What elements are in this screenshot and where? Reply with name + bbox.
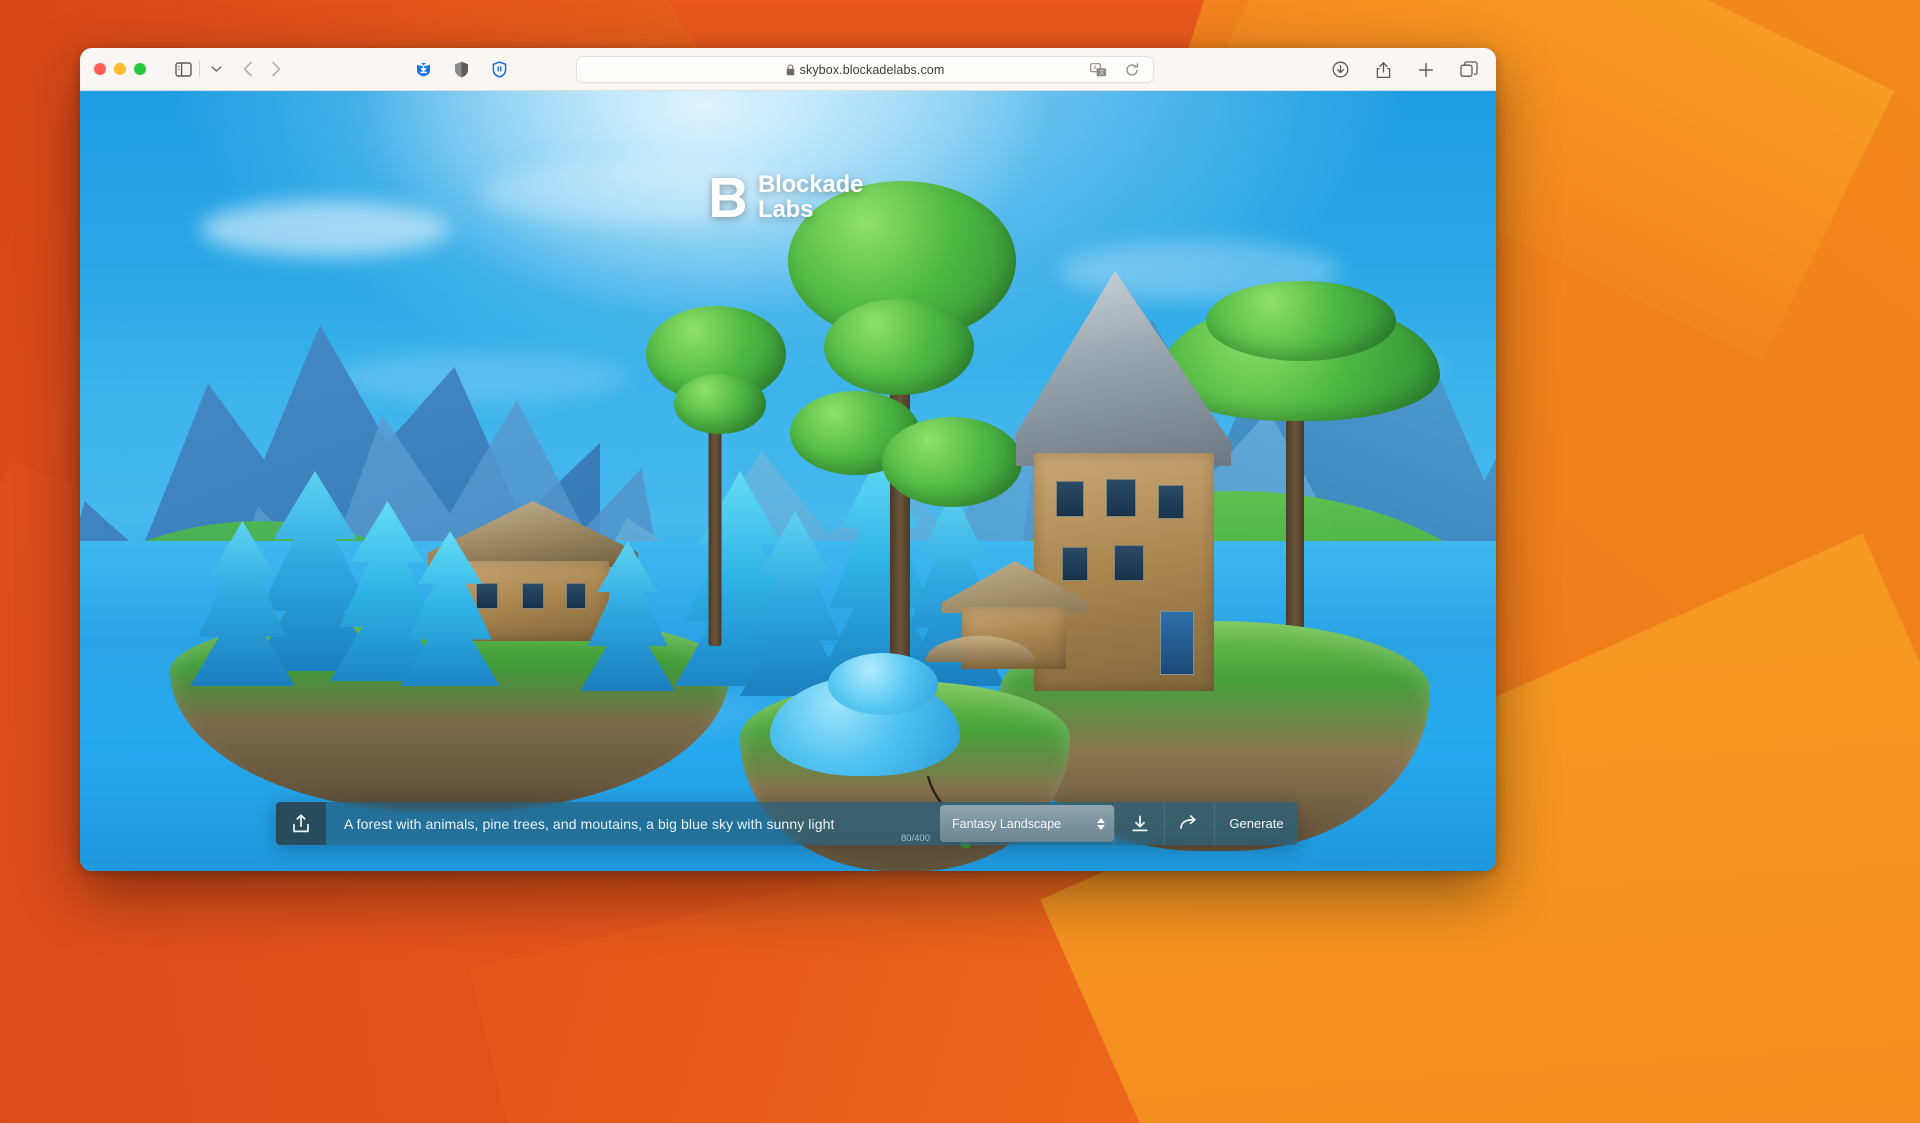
blockade-b-mark	[712, 178, 745, 218]
tower-roof	[1016, 271, 1231, 466]
upload-icon	[293, 814, 309, 833]
blockade-labs-logo: Blockade Labs	[712, 171, 864, 223]
svg-text:A: A	[1093, 65, 1097, 71]
tree-canopy	[824, 299, 974, 395]
cloud	[330, 351, 630, 403]
address-bar[interactable]: skybox.blockadelabs.com A 文	[576, 56, 1154, 83]
window-traffic-lights[interactable]	[94, 63, 146, 75]
style-select-value: Fantasy Landscape	[952, 816, 1062, 831]
prompt-input-value: A forest with animals, pine trees, and m…	[344, 815, 835, 832]
downloads-icon[interactable]	[1327, 58, 1353, 82]
generate-button[interactable]: Generate	[1214, 802, 1298, 845]
back-arrow-icon[interactable]	[235, 57, 261, 81]
maximize-button[interactable]	[134, 63, 146, 75]
cloud	[200, 201, 450, 257]
translate-icon[interactable]: A 文	[1085, 58, 1111, 82]
generate-button-label: Generate	[1229, 816, 1284, 831]
tab-overview-icon[interactable]	[1456, 58, 1482, 82]
minimize-button[interactable]	[114, 63, 126, 75]
tree-canopy	[882, 417, 1022, 507]
forward-arrow-icon[interactable]	[263, 57, 289, 81]
house-window	[476, 583, 498, 609]
safari-browser-window: skybox.blockadelabs.com A 文 Blockade Lab…	[80, 48, 1496, 871]
svg-text:文: 文	[1099, 68, 1105, 76]
new-tab-icon[interactable]	[1413, 58, 1439, 82]
tower-window	[1056, 481, 1084, 517]
tower-window	[1106, 479, 1136, 517]
toolbar-divider	[199, 61, 200, 77]
lock-icon	[786, 63, 794, 75]
tree-canopy	[674, 374, 766, 434]
share-icon[interactable]	[1370, 58, 1396, 82]
tower-door	[1160, 611, 1194, 675]
upload-button[interactable]	[276, 802, 326, 845]
sidebar-toggle-icon[interactable]	[170, 57, 196, 81]
prompt-bar: A forest with animals, pine trees, and m…	[276, 802, 1298, 845]
logo-line-1: Blockade	[758, 171, 864, 198]
contrast-shield-extension-icon[interactable]	[448, 58, 474, 82]
tree-left-tall	[640, 306, 790, 646]
download-button[interactable]	[1114, 802, 1164, 845]
download-icon	[1131, 815, 1148, 831]
logo-wordmark: Blockade Labs	[758, 171, 864, 223]
skybox-viewer-canvas[interactable]: Blockade Labs A forest with animals, pin…	[80, 91, 1496, 871]
navigation-arrows	[235, 57, 289, 81]
prompt-input-field[interactable]: A forest with animals, pine trees, and m…	[326, 802, 940, 845]
house-window	[566, 583, 586, 609]
blue-bush	[828, 653, 938, 715]
url-text: skybox.blockadelabs.com	[799, 62, 945, 77]
browser-toolbar: skybox.blockadelabs.com A 文	[80, 48, 1496, 91]
logo-line-2: Labs	[758, 195, 814, 223]
browser-extension-icons	[410, 48, 512, 91]
reload-icon[interactable]	[1119, 58, 1145, 82]
address-bar-actions: A 文	[1085, 57, 1145, 82]
close-button[interactable]	[94, 63, 106, 75]
share-button[interactable]	[1164, 802, 1214, 845]
share-arrow-icon	[1180, 815, 1196, 829]
house-roof	[942, 561, 1088, 613]
stepper-arrows-icon[interactable]	[1097, 817, 1105, 830]
house-window	[522, 583, 544, 609]
chevron-down-icon[interactable]	[203, 57, 229, 81]
url-display: skybox.blockadelabs.com	[786, 63, 945, 77]
tower-window	[1114, 545, 1144, 581]
pause-shield-extension-icon[interactable]	[486, 58, 512, 82]
download-shield-extension-icon[interactable]	[410, 58, 436, 82]
character-counter: 80/400	[900, 833, 930, 844]
tower-window	[1158, 485, 1184, 519]
desktop-wallpaper: skybox.blockadelabs.com A 文 Blockade Lab…	[0, 0, 1920, 1123]
style-select-dropdown[interactable]: Fantasy Landscape	[940, 805, 1114, 842]
toolbar-right-actions	[1327, 48, 1482, 91]
